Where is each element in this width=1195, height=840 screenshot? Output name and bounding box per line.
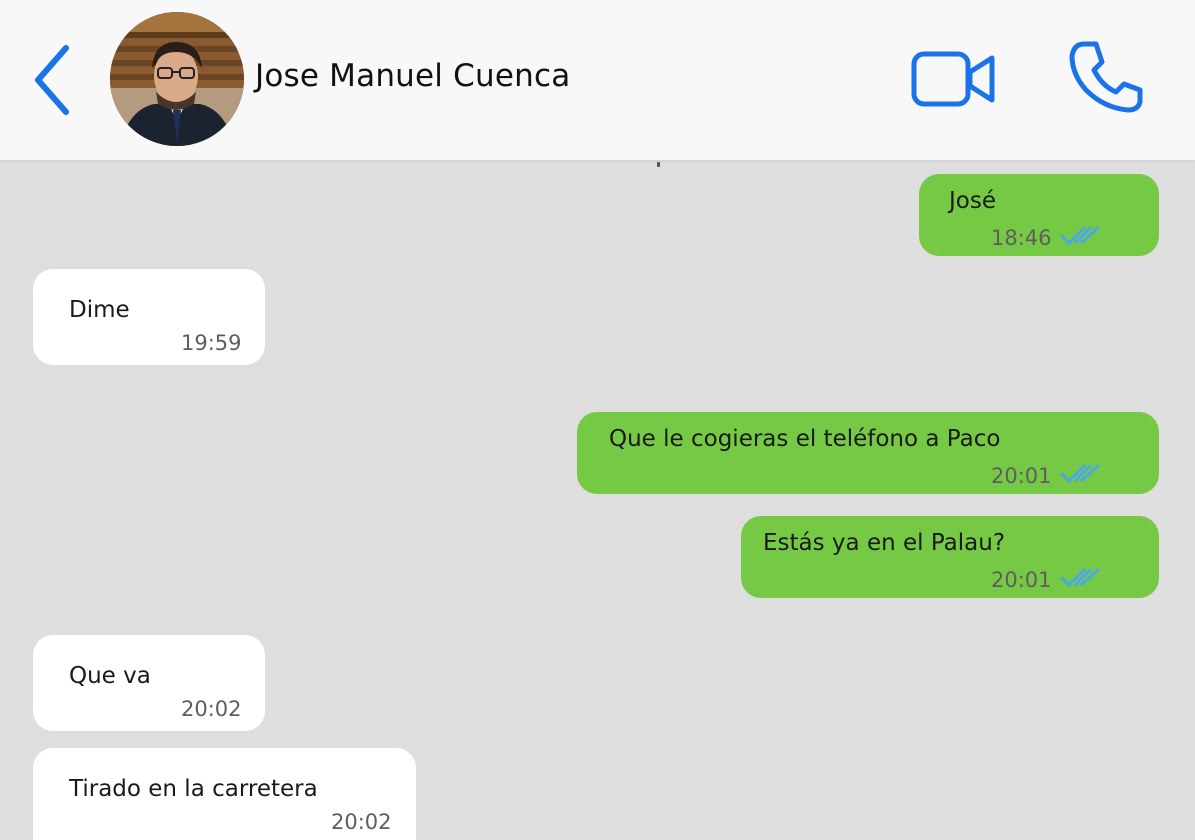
message-bubble-incoming[interactable]: Dime 19:59 <box>33 269 265 365</box>
double-check-icon <box>1059 567 1100 588</box>
contact-name[interactable]: Jose Manuel Cuenca <box>255 58 570 94</box>
message-text: Estás ya en el Palau? <box>763 530 1006 556</box>
double-check-icon <box>1059 463 1100 484</box>
phone-icon <box>1069 41 1143 113</box>
message-text: Tirado en la carretera <box>69 776 318 802</box>
video-camera-icon <box>911 51 995 107</box>
message-text: Que le cogieras el teléfono a Paco <box>609 426 1001 452</box>
message-text: José <box>949 188 996 214</box>
message-bubble-outgoing[interactable]: Que le cogieras el teléfono a Paco 20:01 <box>577 412 1159 494</box>
chevron-left-icon <box>35 45 69 115</box>
contact-photo <box>110 12 244 146</box>
message-time: 20:01 <box>991 568 1052 592</box>
video-call-button[interactable] <box>908 48 998 110</box>
double-check-icon <box>1059 225 1100 246</box>
message-bubble-incoming[interactable]: Que va 20:02 <box>33 635 265 731</box>
back-button[interactable] <box>28 40 78 120</box>
message-bubble-outgoing[interactable]: Estás ya en el Palau? 20:01 <box>741 516 1159 598</box>
message-time: 20:02 <box>331 810 392 834</box>
message-bubble-incoming[interactable]: Tirado en la carretera 20:02 <box>33 748 416 840</box>
message-time: 20:02 <box>181 697 242 721</box>
message-text: Dime <box>69 297 130 323</box>
avatar[interactable] <box>110 12 244 146</box>
message-text: Que va <box>69 663 151 689</box>
message-time: 20:01 <box>991 464 1052 488</box>
scroll-indicator <box>657 162 660 167</box>
message-bubble-outgoing[interactable]: José 18:46 <box>919 174 1159 256</box>
message-time: 19:59 <box>181 331 242 355</box>
chat-header: Jose Manuel Cuenca <box>0 0 1195 160</box>
message-time: 18:46 <box>991 226 1052 250</box>
voice-call-button[interactable] <box>1066 38 1146 118</box>
